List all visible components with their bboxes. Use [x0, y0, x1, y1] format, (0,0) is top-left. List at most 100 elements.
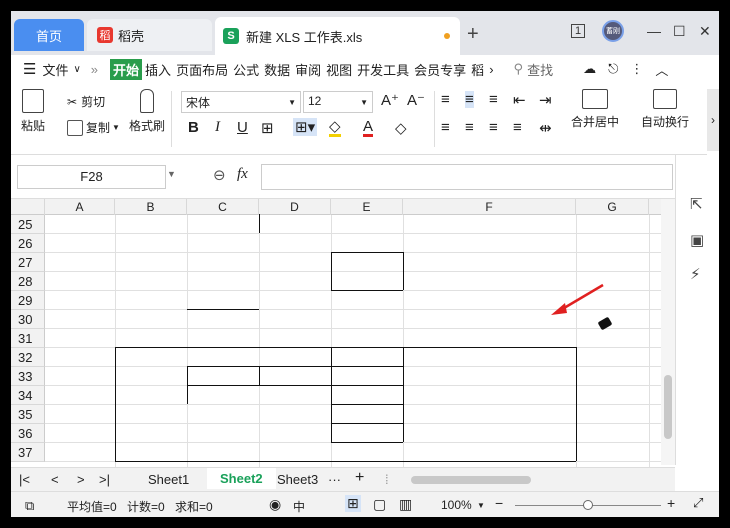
cut-button[interactable]: ✂ 剪切	[67, 93, 105, 110]
sheet-tab-1[interactable]: Sheet1	[148, 472, 189, 487]
distribute-icon[interactable]: ⇹	[539, 119, 552, 137]
tab-docer[interactable]: 稻稻壳	[87, 19, 212, 51]
close-button[interactable]: ✕	[699, 23, 711, 40]
row-header-27[interactable]: 27	[11, 253, 45, 272]
select-all-corner[interactable]	[11, 199, 45, 215]
eye-icon[interactable]: ◉	[269, 496, 281, 513]
more-left-icon[interactable]: »	[91, 62, 98, 77]
column-header-b[interactable]: B	[115, 199, 187, 215]
row-header-29[interactable]: 29	[11, 291, 45, 310]
tab-home[interactable]: 首页	[14, 19, 84, 51]
maximize-button[interactable]: ☐	[673, 23, 686, 40]
menu-formula[interactable]: 公式	[233, 60, 259, 79]
font-family-select[interactable]: 宋体 ▼	[181, 91, 301, 113]
minimize-button[interactable]: —	[647, 23, 661, 39]
formula-input[interactable]	[261, 164, 673, 190]
column-header-a[interactable]: A	[45, 199, 115, 215]
italic-button[interactable]: I	[215, 119, 220, 136]
horizontal-scroll-thumb[interactable]	[411, 476, 531, 484]
copy-button[interactable]: 复制 ▼	[67, 119, 120, 136]
chevron-down-icon[interactable]: ∨	[73, 64, 80, 75]
avatar[interactable]: 蓄刚	[602, 20, 624, 42]
window-count-button[interactable]: 1	[571, 24, 586, 38]
menu-review[interactable]: 审阅	[295, 60, 321, 79]
border-icon[interactable]: ⊞	[261, 119, 274, 137]
align-bottom-icon[interactable]: ≡	[489, 91, 498, 108]
cloud-sync-icon[interactable]: ☁	[583, 61, 596, 77]
menu-developer[interactable]: 开发工具	[357, 60, 409, 79]
align-center-icon[interactable]: ≡	[465, 119, 474, 136]
justify-icon[interactable]: ≡	[513, 119, 522, 136]
wrap-text-button[interactable]: 自动换行	[641, 89, 689, 130]
share-icon[interactable]: ⎋	[608, 61, 618, 77]
fullscreen-icon[interactable]: ⤢	[693, 495, 703, 511]
column-header-e[interactable]: E	[331, 199, 403, 215]
row-header-35[interactable]: 35	[11, 405, 45, 424]
page-layout-view-icon[interactable]: ▢	[373, 496, 386, 513]
vertical-scroll-thumb[interactable]	[664, 375, 672, 439]
vertical-scrollbar[interactable]	[661, 199, 675, 465]
decrease-font-icon[interactable]: A⁻	[407, 91, 425, 109]
align-top-icon[interactable]: ≡	[441, 91, 450, 108]
paste-button[interactable]: 粘贴	[21, 89, 45, 134]
row-header-33[interactable]: 33	[11, 367, 45, 386]
merge-center-button[interactable]: 合并居中	[571, 89, 619, 130]
menu-docer[interactable]: 稻	[471, 60, 484, 79]
zoom-search-icon[interactable]: ⊖	[213, 166, 226, 184]
row-header-31[interactable]: 31	[11, 329, 45, 348]
zoom-out-button[interactable]: −	[495, 495, 503, 511]
add-sheet-button[interactable]: +	[355, 469, 364, 487]
underline-button[interactable]: U	[237, 119, 248, 136]
indent-decrease-icon[interactable]: ⇤	[513, 91, 526, 109]
column-header-f[interactable]: F	[403, 199, 576, 215]
sheet-tab-3[interactable]: Sheet3	[277, 472, 318, 487]
search-icon[interactable]: ⚲	[514, 61, 524, 77]
row-header-26[interactable]: 26	[11, 234, 45, 253]
row-header-34[interactable]: 34	[11, 386, 45, 405]
prev-sheet-icon[interactable]: <	[51, 472, 59, 487]
normal-view-icon[interactable]: ⊞	[345, 495, 361, 512]
lightning-icon[interactable]: ⚡	[690, 265, 701, 283]
format-painter-button[interactable]: 格式刷	[129, 89, 165, 134]
search-label[interactable]: 查找	[527, 60, 553, 79]
row-header-32[interactable]: 32	[11, 348, 45, 367]
zoom-dropdown-icon[interactable]: ▼	[477, 501, 485, 510]
new-tab-button[interactable]: +	[467, 23, 479, 46]
name-box[interactable]: F28	[17, 165, 166, 189]
zoom-level[interactable]: 100%	[441, 498, 472, 512]
menu-data[interactable]: 数据	[264, 60, 290, 79]
sheet-tab-2[interactable]: Sheet2	[207, 468, 276, 489]
font-color-icon[interactable]: A	[363, 119, 374, 137]
align-left-icon[interactable]: ≡	[441, 119, 450, 136]
menu-member[interactable]: 会员专享	[414, 60, 466, 79]
column-header-g[interactable]: G	[576, 199, 649, 215]
page-break-view-icon[interactable]: ▥	[399, 496, 412, 513]
macro-icon[interactable]: ⧉	[25, 498, 34, 514]
row-header-25[interactable]: 25	[11, 215, 45, 234]
font-size-select[interactable]: 12 ▼	[303, 91, 373, 113]
menu-insert[interactable]: 插入	[145, 60, 171, 79]
last-sheet-icon[interactable]: >|	[99, 472, 110, 487]
zoom-slider-thumb[interactable]	[583, 500, 593, 510]
hamburger-icon[interactable]: ☰	[23, 60, 36, 78]
indent-increase-icon[interactable]: ⇥	[539, 91, 552, 109]
align-right-icon[interactable]: ≡	[489, 119, 498, 136]
column-header-d[interactable]: D	[259, 199, 331, 215]
row-header-36[interactable]: 36	[11, 424, 45, 443]
row-header-30[interactable]: 30	[11, 310, 45, 329]
next-sheet-icon[interactable]: >	[77, 472, 85, 487]
row-header-37[interactable]: 37	[11, 443, 45, 462]
more-icon[interactable]: ⋮	[630, 61, 643, 77]
tab-splitter-icon[interactable]: ⁞	[385, 472, 389, 487]
cell-style-icon[interactable]: ⊞▾	[293, 118, 318, 136]
style-icon[interactable]: ▣	[690, 231, 704, 249]
ime-indicator[interactable]: 中	[293, 498, 305, 515]
align-middle-icon[interactable]: ≡	[465, 91, 474, 108]
fill-color-icon[interactable]: ◇	[329, 119, 341, 137]
menu-home[interactable]: 开始	[110, 58, 143, 80]
first-sheet-icon[interactable]: |<	[19, 472, 30, 487]
menu-scroll-icon[interactable]: ›	[489, 62, 493, 77]
menu-page-layout[interactable]: 页面布局	[176, 60, 228, 79]
bold-button[interactable]: B	[188, 119, 199, 136]
more-sheets-icon[interactable]: ···	[328, 472, 341, 487]
